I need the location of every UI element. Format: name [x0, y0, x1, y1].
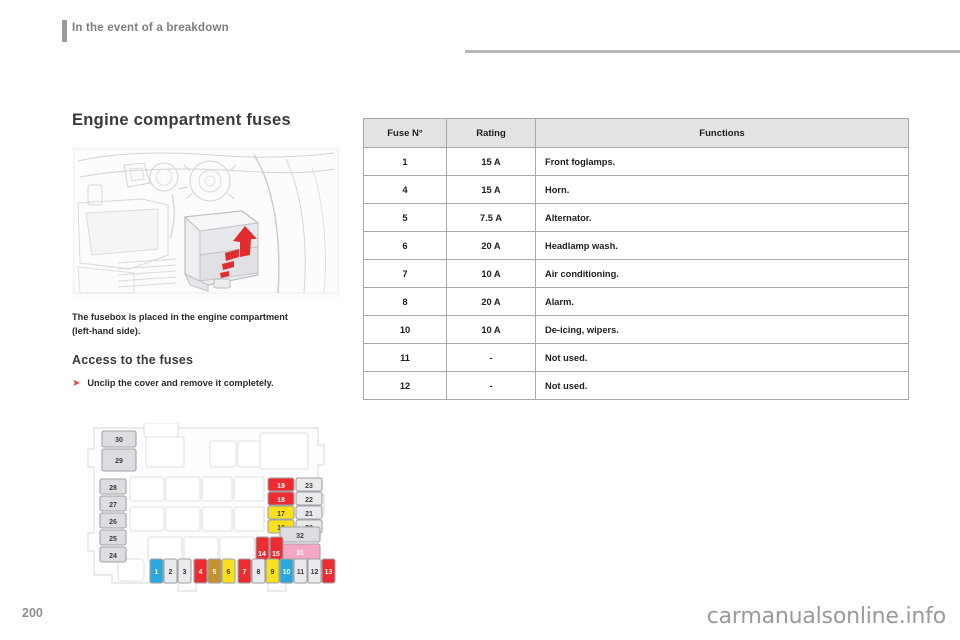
fuse-group-bottom-row: 1 2 3 4 5 6 7 8 9 10 11 12 13 [149, 558, 336, 584]
svg-text:27: 27 [109, 502, 117, 509]
svg-text:25: 25 [109, 536, 117, 543]
svg-text:5: 5 [213, 569, 217, 576]
table-header-row: Fuse N° Rating Functions [363, 118, 909, 148]
svg-text:12: 12 [311, 569, 319, 576]
table-row: 7 10 A Air conditioning. [363, 259, 909, 288]
svg-text:13: 13 [325, 569, 333, 576]
table-row: 12- Not used. [363, 371, 909, 400]
svg-text:22: 22 [305, 497, 313, 504]
cell-fuse-number: 4 [363, 175, 447, 204]
svg-text:15: 15 [272, 551, 280, 558]
table-row: 4 15 A Horn. [363, 175, 909, 204]
fuse-table-container: Fuse N° Rating Functions 1 15 A Front fogl… [363, 118, 909, 400]
cell-rating: 15 A [446, 175, 536, 204]
svg-text:26: 26 [109, 519, 117, 526]
svg-text:23: 23 [305, 483, 313, 490]
header-functions: Functions [535, 118, 909, 148]
cell-fuse-number: 11 [363, 343, 447, 372]
chapter-title: In the event of a breakdown [72, 22, 229, 34]
table-row: 8 20 A Alarm. [363, 287, 909, 316]
cell-function: Alarm. [535, 287, 909, 316]
engine-bay-illustration [72, 143, 340, 300]
svg-text:6: 6 [227, 569, 231, 576]
svg-text:4: 4 [199, 569, 203, 576]
svg-text:10: 10 [283, 569, 291, 576]
fusebox-layout-diagram: 30 29 28 27 26 25 24 19 23 18 22 17 21 3… [72, 423, 340, 600]
cell-function: Not used. [535, 371, 909, 400]
table-row: 6 20 A Headlamp wash. [363, 231, 909, 260]
cell-function: Horn. [535, 175, 909, 204]
page-header: In the event of a breakdown [0, 20, 960, 53]
svg-text:30: 30 [115, 437, 123, 444]
cell-rating: 10 A [446, 315, 536, 344]
left-content-column: Engine compartment fuses The fusebox is … [72, 110, 340, 391]
svg-text:29: 29 [115, 458, 123, 465]
cell-fuse-number: 12 [363, 371, 447, 400]
cell-fuse-number: 8 [363, 287, 447, 316]
page-number: 200 [22, 606, 43, 620]
header-fuse-number: Fuse N° [363, 118, 447, 148]
cell-fuse-number: 1 [363, 147, 447, 176]
cell-rating: - [446, 343, 536, 372]
svg-text:21: 21 [305, 511, 313, 518]
svg-text:24: 24 [109, 553, 117, 560]
svg-text:19: 19 [277, 483, 285, 490]
header-rating: Rating [446, 118, 536, 148]
instruction-text: Unclip the cover and remove it completel… [87, 378, 274, 389]
cell-function: Not used. [535, 343, 909, 372]
svg-text:17: 17 [277, 511, 285, 518]
cell-fuse-number: 5 [363, 203, 447, 232]
cell-fuse-number: 10 [363, 315, 447, 344]
svg-text:31: 31 [296, 550, 304, 557]
cell-rating: 20 A [446, 231, 536, 260]
cell-rating: 7.5 A [446, 203, 536, 232]
cell-function: De-icing, wipers. [535, 315, 909, 344]
intro-paragraph: The fusebox is placed in the engine comp… [72, 312, 288, 337]
svg-text:3: 3 [183, 569, 187, 576]
table-row: 10 10 A De-icing, wipers. [363, 315, 909, 344]
svg-text:11: 11 [297, 569, 305, 576]
cell-function: Front foglamps. [535, 147, 909, 176]
svg-text:1: 1 [155, 569, 159, 576]
cell-function: Headlamp wash. [535, 231, 909, 260]
instruction-bullet: ➤ Unclip the cover and remove it complet… [72, 377, 340, 390]
table-row: 5 7.5 A Alternator. [363, 203, 909, 232]
page-title: Engine compartment fuses [72, 111, 291, 129]
header-accent-bar [62, 20, 67, 42]
cell-function: Alternator. [535, 203, 909, 232]
cell-rating: 10 A [446, 259, 536, 288]
svg-text:14: 14 [258, 551, 266, 558]
header-divider-rule [465, 50, 960, 53]
arrow-bullet-icon: ➤ [72, 378, 81, 390]
fuse-table: Fuse N° Rating Functions 1 15 A Front fogl… [363, 118, 909, 400]
svg-text:18: 18 [277, 497, 285, 504]
svg-text:32: 32 [296, 533, 304, 540]
table-row: 1 15 A Front foglamps. [363, 147, 909, 176]
cell-rating: 20 A [446, 287, 536, 316]
svg-text:2: 2 [169, 569, 173, 576]
cell-fuse-number: 6 [363, 231, 447, 260]
cell-rating: - [446, 371, 536, 400]
svg-text:8: 8 [257, 569, 261, 576]
cell-fuse-number: 7 [363, 259, 447, 288]
cell-rating: 15 A [446, 147, 536, 176]
site-watermark: carmanualsonline.info [706, 604, 946, 629]
svg-text:28: 28 [109, 485, 117, 492]
table-row: 11- Not used. [363, 343, 909, 372]
svg-text:9: 9 [271, 569, 275, 576]
svg-text:7: 7 [243, 569, 247, 576]
cell-function: Air conditioning. [535, 259, 909, 288]
access-section-heading: Access to the fuses [72, 353, 194, 368]
